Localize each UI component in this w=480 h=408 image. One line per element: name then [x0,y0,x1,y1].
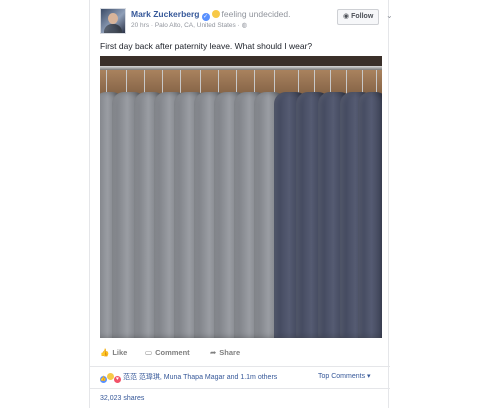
reactions-text: 范范 范瑋琪, Muna Thapa Magar and 1.1m others [122,374,278,381]
follow-button[interactable]: ◉ Follow [337,9,380,25]
rss-icon: ◉ [343,13,350,20]
hanger [362,70,363,94]
hanger [254,70,255,94]
navy-hoodie [358,92,382,338]
hanger [126,70,127,94]
divider [90,388,390,389]
comment-button[interactable]: ▭ Comment [145,348,190,357]
feeling-text: feeling undecided. [221,9,291,19]
post-photo[interactable] [100,56,382,338]
like-button[interactable]: 👍 Like [100,348,127,357]
haha-reaction-icon [107,373,114,380]
hanger [376,70,377,94]
follow-label: Follow [351,13,374,20]
author-name[interactable]: Mark Zuckerberg [131,9,200,19]
speech-bubble-icon: ▭ [145,348,153,357]
post-text: First day back after paternity leave. Wh… [100,41,313,51]
post-meta[interactable]: 20 hrs · Palo Alto, CA, United States · … [131,21,247,29]
hanger [236,70,237,94]
divider [90,366,390,367]
shares-count[interactable]: 32,023 shares [100,395,144,402]
hanger [162,70,163,94]
hanger [346,70,347,94]
avatar-face [108,13,118,24]
comment-label: Comment [155,348,190,357]
shirts-row [100,92,382,338]
thumbs-up-icon: 👍 [100,348,110,357]
hanger [144,70,145,94]
avatar-shirt [104,24,122,33]
top-comments-dropdown[interactable]: Top Comments ▾ [318,372,371,380]
hanger [200,70,201,94]
like-label: Like [112,348,128,357]
chevron-down-icon[interactable]: ⌄ [386,11,393,20]
hanger [330,70,331,94]
hanger [218,70,219,94]
author-line: Mark Zuckerberg ✓ feeling undecided. [131,9,291,21]
hanger [180,70,181,94]
post-actions: 👍 Like ▭ Comment ➦ Share [100,348,380,362]
post-header: Mark Zuckerberg ✓ feeling undecided. 20 hr… [100,8,393,38]
hanger [106,70,107,94]
post-card: Mark Zuckerberg ✓ feeling undecided. 20 hr… [89,0,393,408]
hanger [298,70,299,94]
share-arrow-icon: ➦ [210,348,217,357]
verified-badge-icon: ✓ [201,13,210,21]
share-label: Share [219,348,241,357]
author-avatar[interactable] [100,8,126,34]
love-reaction-icon: ♥ [114,376,121,383]
undecided-emoji-icon [211,10,220,18]
like-reaction-icon: 👍 [100,376,107,383]
hanger [314,70,315,94]
closet-shelf [100,56,382,66]
hanger [274,70,275,94]
share-button[interactable]: ➦ Share [210,348,240,357]
